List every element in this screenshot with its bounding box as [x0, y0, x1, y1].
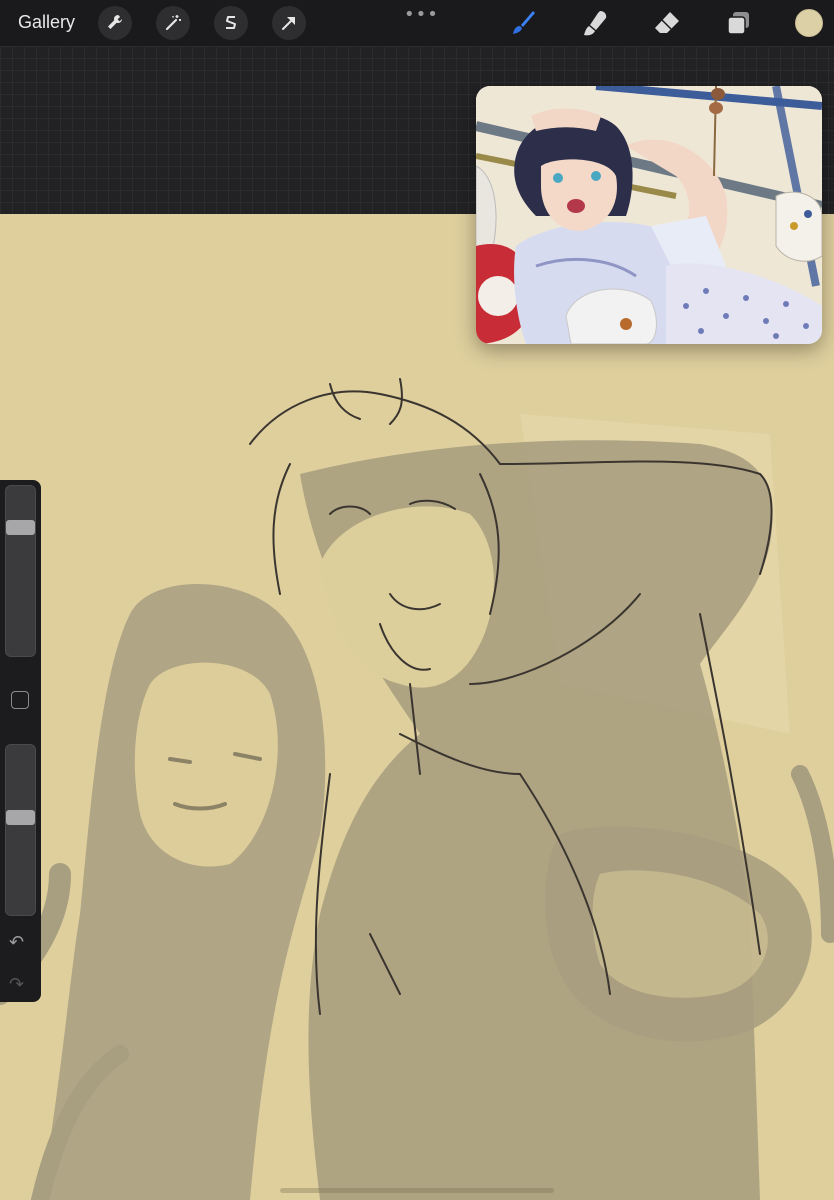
- more-options-icon[interactable]: •••: [404, 4, 439, 25]
- undo-button[interactable]: ↶: [9, 932, 24, 953]
- transform-arrow-icon: [282, 17, 295, 30]
- opacity-slider[interactable]: [5, 744, 36, 916]
- adjustments-button[interactable]: [156, 6, 190, 40]
- actions-button[interactable]: [98, 6, 132, 40]
- smudge-icon: [584, 11, 607, 36]
- smudge-button[interactable]: [580, 8, 610, 38]
- color-picker-button[interactable]: [795, 9, 823, 37]
- sketch-artwork: [0, 378, 834, 1200]
- top-toolbar: Gallery •••: [0, 0, 834, 46]
- reference-illustration: [476, 86, 822, 344]
- layers-button[interactable]: [724, 8, 754, 38]
- selection-button[interactable]: [214, 6, 248, 40]
- reference-image-window[interactable]: [476, 86, 822, 344]
- eraser-button[interactable]: [652, 8, 682, 38]
- home-indicator[interactable]: [280, 1188, 554, 1193]
- transform-button[interactable]: [272, 6, 306, 40]
- layers-icon: [727, 12, 749, 35]
- opacity-thumb[interactable]: [6, 810, 35, 825]
- brush-icon: [513, 11, 535, 34]
- wrench-icon: [108, 14, 123, 29]
- modify-button[interactable]: [11, 691, 29, 709]
- brush-size-slider[interactable]: [5, 485, 36, 657]
- redo-button[interactable]: ↷: [9, 974, 24, 995]
- brush-button[interactable]: [508, 8, 538, 38]
- eraser-icon: [655, 12, 679, 33]
- brush-size-thumb[interactable]: [6, 520, 35, 535]
- selection-s-icon: [226, 16, 236, 29]
- left-sidebar: ↶ ↷: [0, 480, 41, 1002]
- drawing-canvas[interactable]: [0, 214, 834, 1200]
- gallery-button[interactable]: Gallery: [18, 12, 75, 33]
- magic-wand-icon: [165, 15, 181, 31]
